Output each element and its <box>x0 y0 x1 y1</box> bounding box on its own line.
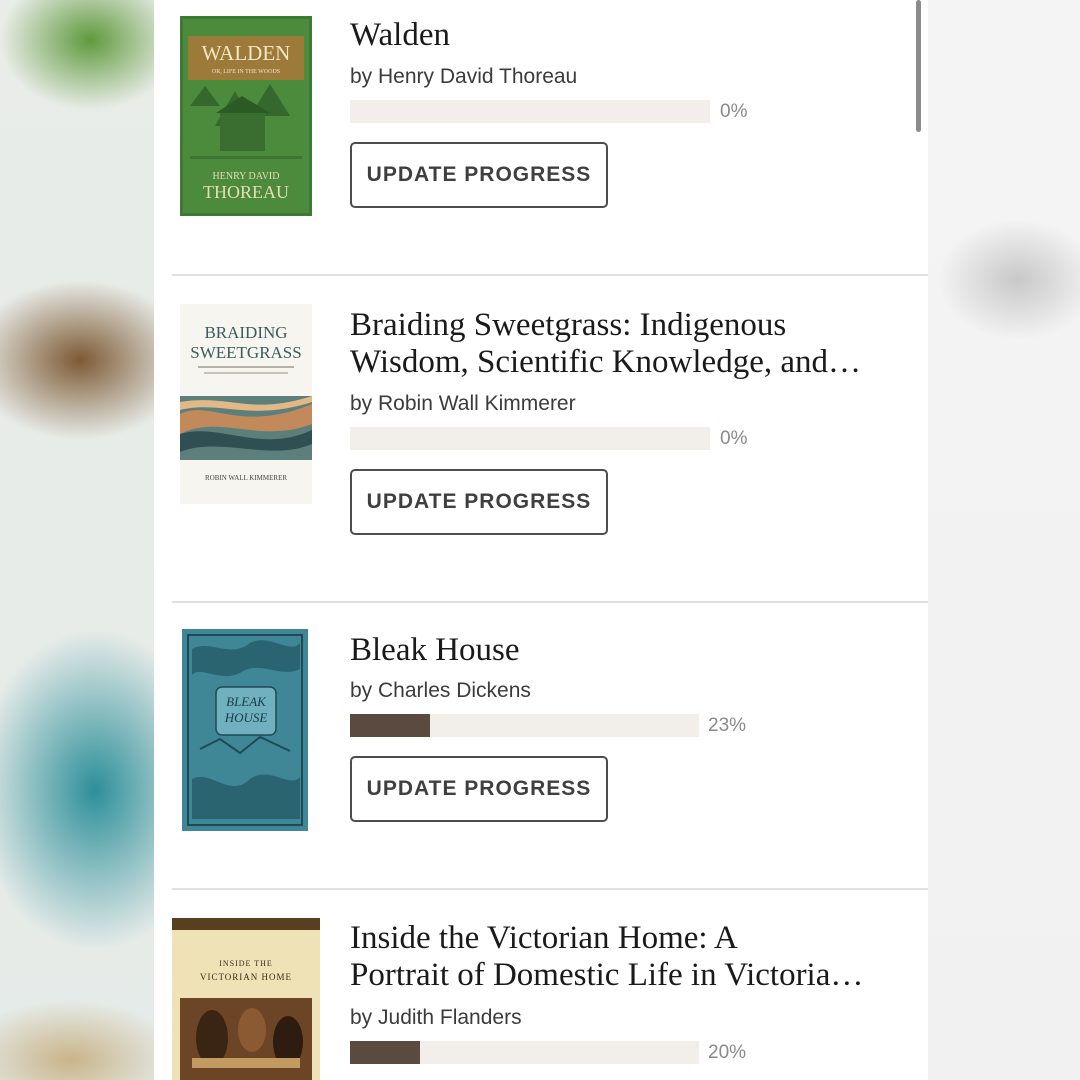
book-title[interactable]: Walden <box>350 17 920 54</box>
svg-text:BRAIDING: BRAIDING <box>204 323 287 342</box>
svg-text:HOUSE: HOUSE <box>224 710 268 725</box>
progress-percent: 0% <box>720 428 748 449</box>
svg-text:ROBIN WALL KIMMERER: ROBIN WALL KIMMERER <box>205 474 287 482</box>
book-cover-walden[interactable]: WALDEN OR, LIFE IN THE WOODS HENRY DAVID… <box>180 16 312 216</box>
svg-text:SWEETGRASS: SWEETGRASS <box>190 343 301 362</box>
progress-percent: 0% <box>720 101 748 122</box>
book-title[interactable]: Inside the Victorian Home: A Portrait of… <box>350 920 920 994</box>
background-right <box>928 0 1080 1080</box>
update-progress-button[interactable]: UPDATE PROGRESS <box>350 142 608 208</box>
divider <box>172 274 928 276</box>
progress-track <box>350 714 699 737</box>
book-title-line: Portrait of Domestic Life in Victoria… <box>350 957 864 993</box>
svg-text:VICTORIAN HOME: VICTORIAN HOME <box>200 972 292 982</box>
svg-text:WALDEN: WALDEN <box>202 41 291 65</box>
background-left <box>0 0 154 1080</box>
book-title[interactable]: Braiding Sweetgrass: Indigenous Wisdom, … <box>350 307 920 381</box>
book-title-line: Braiding Sweetgrass: Indigenous <box>350 307 787 343</box>
svg-text:BLEAK: BLEAK <box>226 694 267 709</box>
book-author[interactable]: by Robin Wall Kimmerer <box>350 392 576 416</box>
update-progress-button[interactable]: UPDATE PROGRESS <box>350 469 608 535</box>
book-author[interactable]: by Charles Dickens <box>350 679 531 703</box>
book-cover-inside-the-victorian-home[interactable]: INSIDE THE VICTORIAN HOME <box>172 918 320 1080</box>
divider <box>172 601 928 603</box>
scrollbar[interactable] <box>916 0 921 132</box>
book-title-line: Wisdom, Scientific Knowledge, and… <box>350 344 861 380</box>
svg-text:INSIDE THE: INSIDE THE <box>219 959 273 968</box>
update-progress-button[interactable]: UPDATE PROGRESS <box>350 756 608 822</box>
progress-percent: 20% <box>708 1042 747 1063</box>
book-title[interactable]: Bleak House <box>350 632 920 669</box>
book-author[interactable]: by Henry David Thoreau <box>350 65 577 89</box>
progress-track <box>350 1041 699 1064</box>
progress-fill <box>350 714 431 737</box>
progress-track <box>350 100 710 123</box>
book-cover-bleak-house[interactable]: BLEAK HOUSE <box>180 629 312 831</box>
book-author[interactable]: by Judith Flanders <box>350 1006 522 1030</box>
svg-text:THOREAU: THOREAU <box>203 182 289 202</box>
book-cover-braiding-sweetgrass[interactable]: BRAIDING SWEETGRASS ROBIN WALL KIMMERER <box>180 304 312 504</box>
svg-text:OR, LIFE IN THE WOODS: OR, LIFE IN THE WOODS <box>212 69 280 75</box>
progress-fill <box>350 1041 420 1064</box>
progress-percent: 23% <box>708 715 747 736</box>
svg-text:HENRY DAVID: HENRY DAVID <box>213 171 280 182</box>
reading-list-panel[interactable]: WALDEN OR, LIFE IN THE WOODS HENRY DAVID… <box>154 0 928 1080</box>
progress-track <box>350 427 710 450</box>
divider <box>172 888 928 890</box>
book-title-line: Inside the Victorian Home: A <box>350 920 738 956</box>
